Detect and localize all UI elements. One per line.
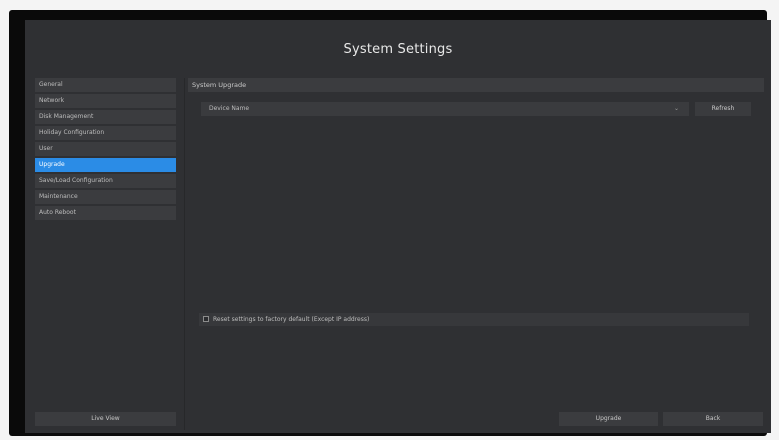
upgrade-button[interactable]: Upgrade — [559, 412, 658, 426]
sidebar-item-upgrade[interactable]: Upgrade — [35, 158, 176, 172]
sidebar-item-user[interactable]: User — [35, 142, 176, 156]
reset-factory-row[interactable]: Reset settings to factory default (Excep… — [199, 313, 749, 326]
device-name-select[interactable]: Device Name ⌄ — [201, 102, 689, 116]
chevron-down-icon: ⌄ — [673, 105, 679, 112]
device-row: Device Name ⌄ Refresh — [201, 102, 761, 116]
back-button[interactable]: Back — [663, 412, 763, 426]
sidebar-item-save-load-configuration[interactable]: Save/Load Configuration — [35, 174, 176, 188]
settings-screen: System Settings General Network Disk Man… — [25, 20, 771, 433]
sidebar-divider — [184, 78, 185, 430]
live-view-button[interactable]: Live View — [35, 412, 176, 426]
page-title: System Settings — [343, 42, 453, 57]
sidebar-menu: General Network Disk Management Holiday … — [35, 78, 176, 222]
section-header: System Upgrade — [188, 78, 764, 92]
reset-factory-label: Reset settings to factory default (Excep… — [213, 316, 370, 323]
sidebar-item-disk-management[interactable]: Disk Management — [35, 110, 176, 124]
sidebar-item-network[interactable]: Network — [35, 94, 176, 108]
refresh-button[interactable]: Refresh — [695, 102, 751, 116]
monitor-bezel: System Settings General Network Disk Man… — [9, 10, 771, 436]
sidebar-item-general[interactable]: General — [35, 78, 176, 92]
device-name-value: Device Name — [209, 105, 250, 112]
sidebar-item-maintenance[interactable]: Maintenance — [35, 190, 176, 204]
reset-factory-checkbox[interactable] — [203, 316, 209, 322]
sidebar-item-holiday-configuration[interactable]: Holiday Configuration — [35, 126, 176, 140]
sidebar-item-auto-reboot[interactable]: Auto Reboot — [35, 206, 176, 220]
